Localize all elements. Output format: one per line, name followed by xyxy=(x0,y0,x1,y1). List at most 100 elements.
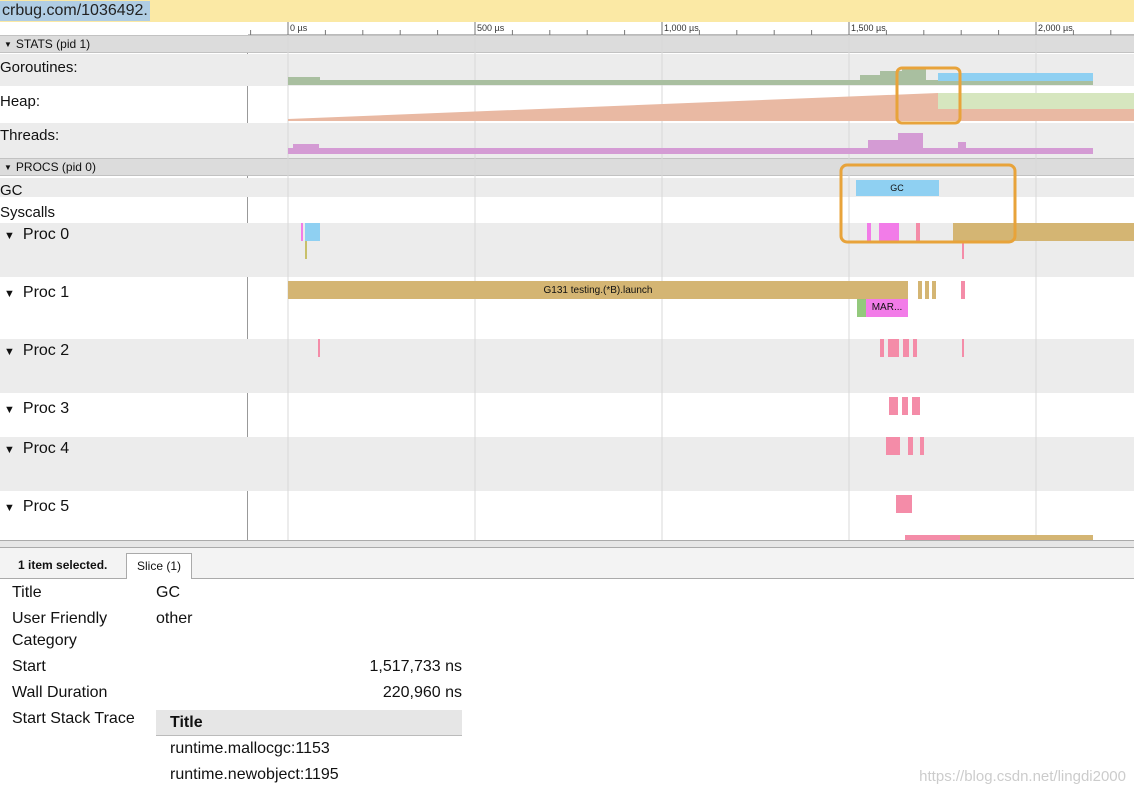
gc-slice-label: GC xyxy=(890,183,904,193)
heap-label: Heap: xyxy=(0,93,41,110)
goroutines-bar xyxy=(860,75,880,81)
proc-2-slice[interactable] xyxy=(913,339,917,357)
heap-counter[interactable] xyxy=(288,93,1134,121)
gc-slice[interactable]: GC xyxy=(856,180,939,196)
proc-1-slice[interactable] xyxy=(925,281,929,299)
proc-2-slice[interactable] xyxy=(903,339,909,357)
mar-slice-label: MAR... xyxy=(872,302,903,313)
proc-5-slices[interactable] xyxy=(896,495,1093,540)
proc-3-slices[interactable] xyxy=(889,397,920,415)
stack-trace-label: Start Stack Trace xyxy=(12,710,135,727)
detail-panel: 1 item selected. Slice (1) Title GC User… xyxy=(0,548,1134,795)
proc-3-slice[interactable] xyxy=(902,397,908,415)
proc-2-slice[interactable] xyxy=(962,339,964,357)
expand-triangle-icon[interactable]: ▼ xyxy=(4,502,15,514)
tab-slice[interactable]: Slice (1) xyxy=(126,553,192,579)
proc-label-text: Proc 2 xyxy=(22,342,70,359)
proc-0-label[interactable]: ▼ Proc 0 xyxy=(4,226,69,244)
proc-1-slices[interactable]: G131 testing.(*B).launch MAR... xyxy=(288,281,965,317)
proc-4-slice[interactable] xyxy=(886,437,900,455)
stack-trace-header: Title xyxy=(156,710,462,736)
title-value: GC xyxy=(156,584,180,601)
proc-label-text: Proc 1 xyxy=(22,284,70,301)
heap-used-area-2 xyxy=(938,109,1134,121)
ruler-tick-label: 0 µs xyxy=(290,23,308,33)
threads-bar xyxy=(293,144,319,149)
url-bar: crbug.com/1036492. xyxy=(0,0,1134,22)
expand-triangle-icon[interactable]: ▼ xyxy=(4,346,15,358)
threads-counter[interactable] xyxy=(288,133,1093,154)
goroutines-bar xyxy=(902,69,926,81)
heap-used-area xyxy=(288,93,938,121)
proc-1-label[interactable]: ▼ Proc 1 xyxy=(4,284,69,302)
expand-triangle-icon[interactable]: ▼ xyxy=(4,288,15,300)
time-ruler[interactable]: 0 µs 500 µs 1,000 µs 1,500 µs 2,000 µs xyxy=(248,22,1134,35)
start-value: 1,517,733 ns xyxy=(369,658,462,675)
expand-triangle-icon[interactable]: ▼ xyxy=(4,444,15,456)
procs-header-label: PROCS (pid 0) xyxy=(15,160,96,174)
proc-2-slices[interactable] xyxy=(318,339,964,357)
stack-frame[interactable]: runtime.newobject:1195 xyxy=(170,766,339,784)
proc-3-slice[interactable] xyxy=(889,397,898,415)
duration-value: 220,960 ns xyxy=(382,684,462,701)
proc-4-slice[interactable] xyxy=(920,437,924,455)
proc-label-text: Proc 4 xyxy=(22,440,70,457)
proc-5-label[interactable]: ▼ Proc 5 xyxy=(4,498,69,516)
proc-1-slice[interactable] xyxy=(961,281,965,299)
goroutines-counter[interactable] xyxy=(288,69,1093,85)
gc-label: GC xyxy=(0,182,23,199)
threads-bar xyxy=(898,133,923,149)
proc-0-slice[interactable] xyxy=(962,241,964,259)
proc-2-slice[interactable] xyxy=(318,339,320,357)
proc-0-slice[interactable] xyxy=(916,223,920,241)
proc-label-text: Proc 0 xyxy=(22,226,70,243)
threads-bar xyxy=(958,142,966,149)
proc-1-slice[interactable] xyxy=(857,299,866,317)
goroutines-bar xyxy=(880,71,902,81)
proc-4-slice[interactable] xyxy=(908,437,913,455)
proc-3-slice[interactable] xyxy=(912,397,920,415)
proc-0-slice[interactable] xyxy=(305,241,307,259)
category-value: other xyxy=(156,610,193,627)
proc-3-label[interactable]: ▼ Proc 3 xyxy=(4,400,69,418)
expand-triangle-icon[interactable]: ▼ xyxy=(4,230,15,242)
proc-1-slice[interactable] xyxy=(932,281,936,299)
title-label: Title xyxy=(12,584,42,601)
duration-label: Wall Duration xyxy=(12,684,108,701)
proc-4-label[interactable]: ▼ Proc 4 xyxy=(4,440,69,458)
proc-5-slice[interactable] xyxy=(896,495,912,513)
syscalls-label: Syscalls xyxy=(0,204,56,221)
threads-label: Threads: xyxy=(0,127,60,144)
expand-triangle-icon[interactable]: ▼ xyxy=(4,404,15,416)
proc-2-label[interactable]: ▼ Proc 2 xyxy=(4,342,69,360)
timeline-svg[interactable]: GC G131 testing.(*B).launch MAR... xyxy=(248,35,1134,540)
ruler-tick-label: 2,000 µs xyxy=(1038,23,1073,33)
proc-2-slice[interactable] xyxy=(888,339,899,357)
collapse-triangle-icon[interactable]: ▼ xyxy=(4,37,12,53)
timeline-area[interactable]: GC G131 testing.(*B).launch MAR... xyxy=(248,35,1134,540)
threads-bar xyxy=(868,140,898,149)
proc-2-slice[interactable] xyxy=(880,339,884,357)
proc-4-slices[interactable] xyxy=(886,437,924,455)
goroutines-label: Goroutines: xyxy=(0,59,78,76)
ruler-tick-label: 1,500 µs xyxy=(851,23,886,33)
stack-frame[interactable]: runtime.mallocgc:1153 xyxy=(170,740,330,758)
proc-0-slice[interactable] xyxy=(867,223,871,241)
ruler-tick-label: 500 µs xyxy=(477,23,505,33)
threads-baseline xyxy=(288,148,1093,154)
watermark: https://blog.csdn.net/lingdi2000 xyxy=(919,768,1126,785)
proc-label-text: Proc 5 xyxy=(22,498,70,515)
proc-1-slice[interactable] xyxy=(918,281,922,299)
panel-divider[interactable] xyxy=(0,540,1134,548)
proc-0-slice[interactable] xyxy=(301,223,303,241)
collapse-triangle-icon[interactable]: ▼ xyxy=(4,160,12,176)
goroutines-bar xyxy=(288,77,320,81)
launch-slice-label: G131 testing.(*B).launch xyxy=(544,285,653,296)
proc-0-slice[interactable] xyxy=(879,223,899,241)
proc-0-slice[interactable] xyxy=(305,223,320,241)
stats-header-label: STATS (pid 1) xyxy=(15,37,91,51)
proc-0-slice[interactable] xyxy=(953,223,1134,241)
ruler-ticks-svg: 0 µs 500 µs 1,000 µs 1,500 µs 2,000 µs xyxy=(250,22,1112,35)
start-label: Start xyxy=(12,658,46,675)
category-label-line1: User Friendly xyxy=(12,610,108,627)
